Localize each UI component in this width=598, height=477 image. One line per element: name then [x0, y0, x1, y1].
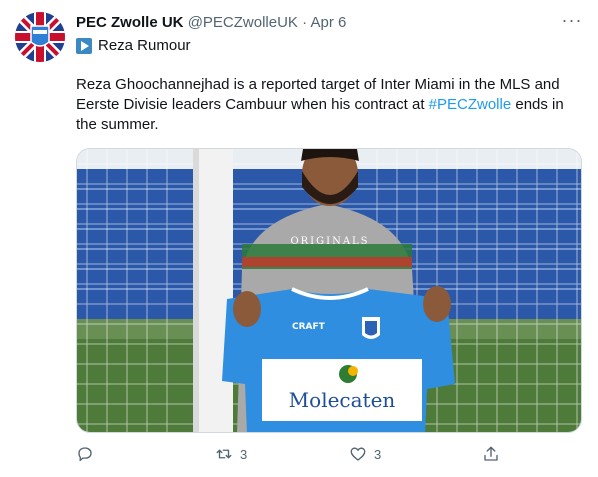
tweet-photo[interactable]: ORIGINALS CRAFT Molecaten	[76, 148, 582, 433]
like-count: 3	[374, 446, 382, 462]
like-icon	[350, 447, 366, 461]
sponsor-text: Molecaten	[289, 388, 396, 412]
display-name[interactable]: PEC Zwolle UK	[76, 14, 184, 31]
tweet-text: Reza Ghoochannejhad is a reported target…	[76, 75, 586, 135]
avatar[interactable]	[15, 12, 65, 62]
reply-button[interactable]	[76, 445, 100, 463]
tweet-date[interactable]: Apr 6	[310, 14, 346, 31]
tweet-subtitle: Reza Rumour	[76, 37, 191, 54]
like-button[interactable]: 3	[348, 445, 381, 463]
play-badge-icon	[76, 37, 92, 54]
retweet-icon	[216, 449, 232, 459]
more-icon[interactable]: ···	[560, 11, 584, 33]
hoodie-text: ORIGINALS	[290, 236, 369, 247]
shirt-brand-text: CRAFT	[292, 322, 326, 332]
reply-icon	[78, 447, 92, 462]
share-button[interactable]	[482, 445, 500, 463]
subtitle-text: Reza Rumour	[98, 37, 191, 54]
retweet-button[interactable]: 3	[214, 445, 247, 463]
tweet-header: PEC Zwolle UK @PECZwolleUK · Apr 6	[76, 14, 346, 31]
handle[interactable]: @PECZwolleUK	[188, 14, 298, 31]
hashtag-link[interactable]: #PECZwolle	[429, 96, 512, 113]
retweet-count: 3	[240, 446, 248, 462]
tweet-actions: 3 3	[76, 445, 506, 467]
share-icon	[484, 446, 498, 461]
separator: ·	[302, 14, 308, 31]
